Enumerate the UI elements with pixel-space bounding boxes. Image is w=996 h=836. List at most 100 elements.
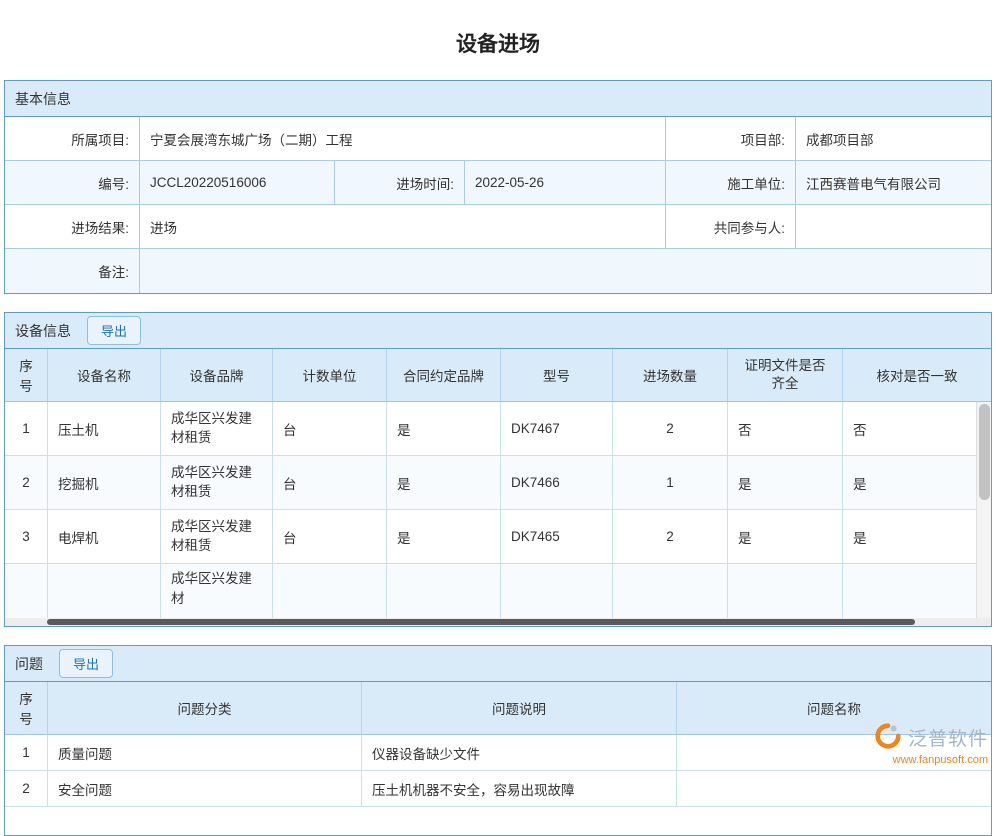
table-cell: [677, 771, 991, 807]
issues-export-button[interactable]: 导出: [59, 649, 113, 678]
issues-panel: 问题 导出 序号 问题分类 问题说明 问题名称 1 质量问题 仪器设备缺少文件 …: [4, 645, 992, 836]
page-title: 设备进场: [0, 0, 996, 80]
column-header: 设备名称: [48, 349, 161, 402]
column-header: 问题分类: [48, 682, 362, 735]
remark-value: [140, 249, 991, 293]
dept-label: 项目部:: [666, 117, 796, 161]
table-cell: 1: [5, 735, 48, 771]
table-cell: DK7467: [501, 402, 613, 456]
column-header: 证明文件是否齐全: [728, 349, 843, 402]
entry-result-label: 进场结果:: [5, 205, 140, 249]
table-row-partial[interactable]: 成华区兴发建材: [5, 564, 991, 618]
table-cell: 压土机: [48, 402, 161, 456]
table-cell: DK7466: [501, 456, 613, 510]
table-row[interactable]: 1 质量问题 仪器设备缺少文件: [5, 735, 991, 771]
horizontal-scrollbar-thumb[interactable]: [47, 619, 915, 625]
entry-result-value: 进场: [140, 205, 666, 249]
table-cell: 电焊机: [48, 510, 161, 564]
table-cell: 是: [387, 510, 501, 564]
table-cell: 1: [5, 402, 48, 456]
table-cell: 质量问题: [48, 735, 362, 771]
table-cell: 仪器设备缺少文件: [362, 735, 677, 771]
remark-label: 备注:: [5, 249, 140, 293]
basic-info-grid: 所属项目: 宁夏会展湾东城广场（二期）工程 项目部: 成都项目部 编号: JCC…: [5, 117, 991, 293]
table-row[interactable]: 3 电焊机 成华区兴发建材租赁 台 是 DK7465 2 是 是: [5, 510, 991, 564]
table-cell: 是: [728, 456, 843, 510]
table-row[interactable]: 2 安全问题 压土机机器不安全，容易出现故障: [5, 771, 991, 807]
issues-empty-area: [5, 807, 991, 835]
table-row[interactable]: 1 压土机 成华区兴发建材租赁 台 是 DK7467 2 否 否: [5, 402, 991, 456]
table-cell: 是: [728, 510, 843, 564]
column-header: 型号: [501, 349, 613, 402]
table-cell: [273, 564, 387, 618]
vendor-watermark: 泛普软件 www.fanpusoft.com: [874, 722, 988, 766]
table-cell: 台: [273, 456, 387, 510]
equipment-panel: 设备信息 导出 序号 设备名称 设备品牌 计数单位 合同约定品牌 型号 进场数量…: [4, 312, 992, 627]
column-header: 序号: [5, 349, 48, 402]
column-header: 设备品牌: [161, 349, 273, 402]
equipment-header: 设备信息 导出: [5, 313, 991, 349]
table-cell: 是: [843, 510, 991, 564]
table-cell: [5, 564, 48, 618]
fanpu-logo-icon: [874, 722, 902, 753]
basic-info-panel: 基本信息 所属项目: 宁夏会展湾东城广场（二期）工程 项目部: 成都项目部 编号…: [4, 80, 992, 294]
dept-value: 成都项目部: [796, 117, 991, 161]
vendor-brand-name: 泛普软件: [908, 724, 988, 751]
entry-time-value: 2022-05-26: [465, 161, 666, 205]
table-cell: 成华区兴发建材租赁: [161, 510, 273, 564]
issues-title: 问题: [15, 654, 43, 674]
construction-unit-label: 施工单位:: [666, 161, 796, 205]
column-header: 合同约定品牌: [387, 349, 501, 402]
project-label: 所属项目:: [5, 117, 140, 161]
basic-info-title: 基本信息: [15, 89, 71, 109]
equipment-table-body: 1 压土机 成华区兴发建材租赁 台 是 DK7467 2 否 否 2 挖掘机 成…: [5, 402, 991, 626]
code-label: 编号:: [5, 161, 140, 205]
table-cell: [501, 564, 613, 618]
equipment-title: 设备信息: [15, 321, 71, 341]
equipment-column-headers: 序号 设备名称 设备品牌 计数单位 合同约定品牌 型号 进场数量 证明文件是否齐…: [5, 349, 991, 402]
table-cell: 台: [273, 402, 387, 456]
vendor-url: www.fanpusoft.com: [893, 754, 988, 766]
column-header: 序号: [5, 682, 48, 735]
table-cell: 是: [387, 456, 501, 510]
equipment-export-button[interactable]: 导出: [87, 316, 141, 345]
table-cell: 3: [5, 510, 48, 564]
entry-time-label: 进场时间:: [335, 161, 465, 205]
table-cell: 2: [613, 402, 728, 456]
table-cell: 挖掘机: [48, 456, 161, 510]
table-cell: DK7465: [501, 510, 613, 564]
issues-column-headers: 序号 问题分类 问题说明 问题名称: [5, 682, 991, 735]
table-cell: 2: [5, 771, 48, 807]
table-cell: 安全问题: [48, 771, 362, 807]
vertical-scrollbar-thumb[interactable]: [979, 404, 990, 500]
participants-label: 共同参与人:: [666, 205, 796, 249]
horizontal-scrollbar[interactable]: [5, 618, 991, 626]
table-cell: 否: [728, 402, 843, 456]
participants-value: [796, 205, 991, 249]
column-header: 进场数量: [613, 349, 728, 402]
issues-header: 问题 导出: [5, 646, 991, 682]
table-cell: 1: [613, 456, 728, 510]
vertical-scrollbar[interactable]: [976, 402, 991, 618]
column-header: 核对是否一致: [843, 349, 991, 402]
table-cell: [613, 564, 728, 618]
table-cell: 成华区兴发建材租赁: [161, 456, 273, 510]
table-row[interactable]: 2 挖掘机 成华区兴发建材租赁 台 是 DK7466 1 是 是: [5, 456, 991, 510]
code-value: JCCL20220516006: [140, 161, 335, 205]
table-cell: 2: [613, 510, 728, 564]
table-cell: 台: [273, 510, 387, 564]
table-cell: [387, 564, 501, 618]
table-cell: 2: [5, 456, 48, 510]
table-cell: 是: [387, 402, 501, 456]
table-cell: [728, 564, 843, 618]
column-header: 计数单位: [273, 349, 387, 402]
table-cell: [48, 564, 161, 618]
table-cell: 成华区兴发建材租赁: [161, 402, 273, 456]
column-header: 问题说明: [362, 682, 677, 735]
project-value: 宁夏会展湾东城广场（二期）工程: [140, 117, 666, 161]
table-cell: 否: [843, 402, 991, 456]
basic-info-header: 基本信息: [5, 81, 991, 117]
table-cell: 压土机机器不安全，容易出现故障: [362, 771, 677, 807]
construction-unit-value: 江西赛普电气有限公司: [796, 161, 991, 205]
table-cell: 成华区兴发建材: [161, 564, 273, 618]
